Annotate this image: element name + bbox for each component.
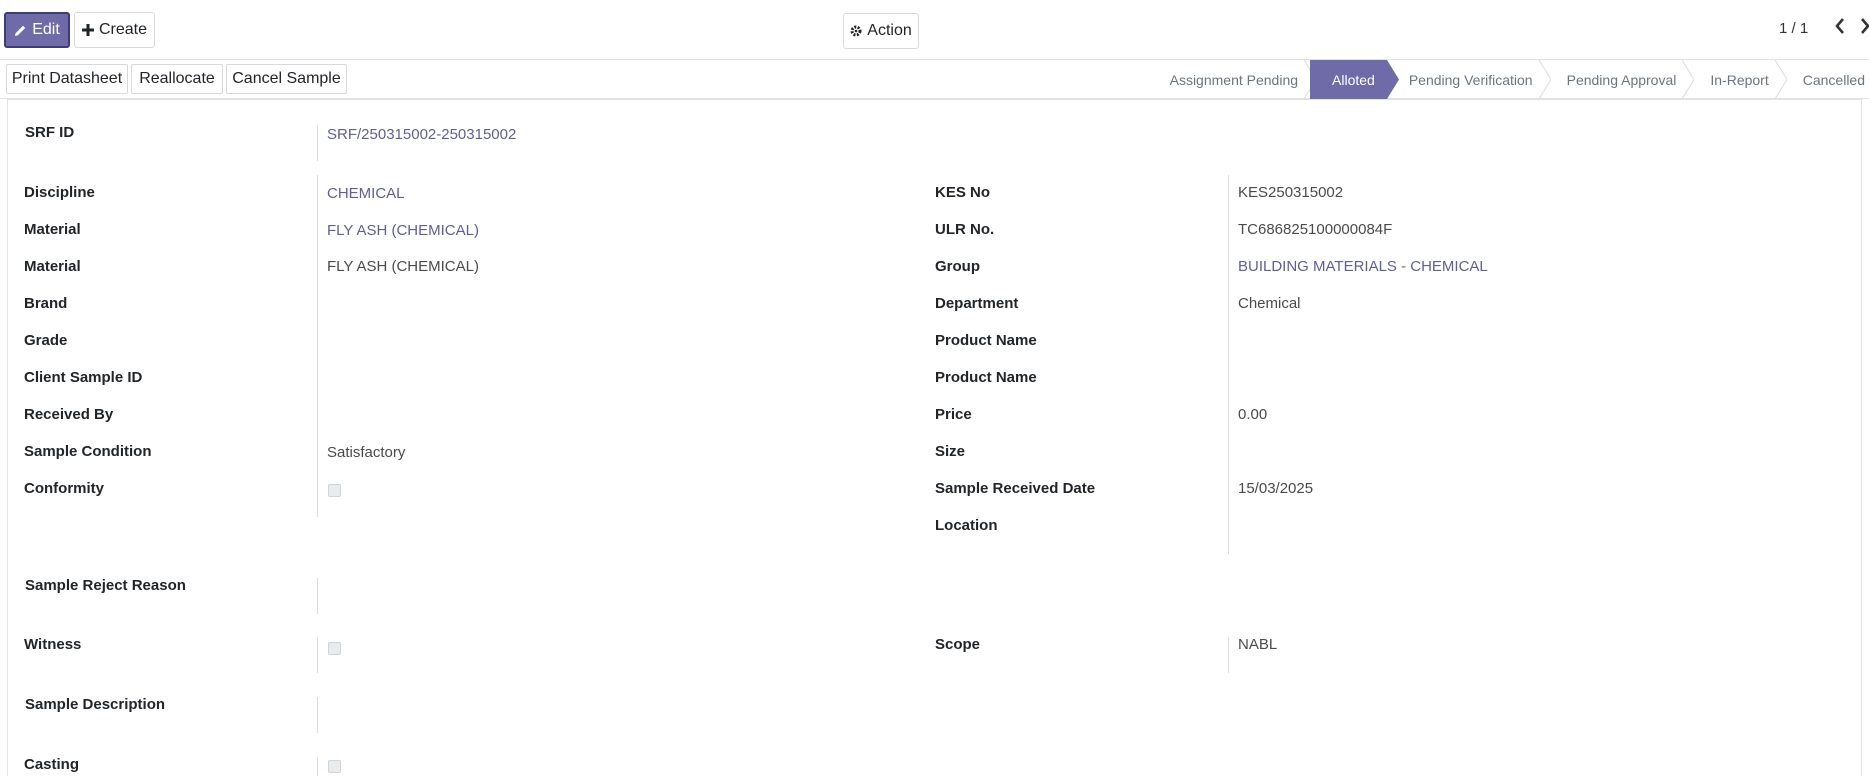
- pager-value[interactable]: 1 / 1: [1779, 20, 1808, 37]
- field-divider: [317, 697, 318, 733]
- scope-label: Scope: [935, 636, 981, 653]
- conformity-label: Conformity: [24, 480, 104, 497]
- stage-in-report[interactable]: In-Report: [1688, 60, 1787, 99]
- gear-icon: [850, 25, 862, 37]
- department-value: Chemical: [1238, 295, 1301, 312]
- sample-description-label: Sample Description: [25, 696, 166, 713]
- field-divider: [1228, 637, 1229, 673]
- pencil-icon: [14, 24, 27, 37]
- sample-received-date-label: Sample Received Date: [935, 480, 1096, 497]
- right-column-divider: [1228, 175, 1229, 554]
- kes-no-label: KES No: [935, 184, 991, 201]
- price-label: Price: [935, 406, 972, 423]
- discipline-value[interactable]: CHEMICAL: [327, 185, 405, 202]
- action-button[interactable]: Action: [843, 13, 919, 49]
- material-label: Material: [24, 221, 81, 238]
- witness-label: Witness: [24, 636, 82, 653]
- discipline-label: Discipline: [24, 184, 95, 201]
- control-panel: Edit Create Action 1 / 1: [0, 0, 1869, 60]
- client-sample-id-label: Client Sample ID: [24, 369, 143, 386]
- stage-pipeline: Assignment Pending Alloted Pending Verif…: [1148, 60, 1869, 99]
- status-bar: Print Datasheet Reallocate Cancel Sample…: [0, 60, 1869, 99]
- stage-assignment-pending[interactable]: Assignment Pending: [1148, 60, 1317, 99]
- stage-alloted[interactable]: Alloted: [1310, 60, 1399, 99]
- print-datasheet-button[interactable]: Print Datasheet: [6, 64, 128, 94]
- chevron-left-icon[interactable]: [1834, 16, 1846, 42]
- sample-reject-reason-label: Sample Reject Reason: [25, 577, 186, 594]
- casting-label: Casting: [24, 756, 80, 773]
- field-divider: [317, 125, 318, 161]
- create-button[interactable]: Create: [74, 12, 155, 48]
- sample-condition-label: Sample Condition: [24, 443, 152, 460]
- sample-condition-value: Satisfactory: [327, 444, 406, 461]
- kes-no-value: KES250315002: [1238, 184, 1344, 201]
- witness-checkbox[interactable]: [328, 642, 341, 655]
- material-value[interactable]: FLY ASH (CHEMICAL): [327, 222, 479, 239]
- material-label: Material: [24, 258, 81, 275]
- stage-pending-approval[interactable]: Pending Approval: [1545, 60, 1695, 99]
- casting-checkbox[interactable]: [328, 760, 341, 773]
- product-name-label: Product Name: [935, 369, 1037, 386]
- left-column-divider: [317, 175, 318, 517]
- price-value: 0.00: [1238, 406, 1268, 423]
- edit-label: Edit: [32, 21, 60, 38]
- group-value[interactable]: BUILDING MATERIALS - CHEMICAL: [1238, 258, 1488, 275]
- grade-label: Grade: [24, 332, 68, 349]
- material-value: FLY ASH (CHEMICAL): [327, 258, 479, 275]
- ulr-no-label: ULR No.: [935, 221, 995, 238]
- stage-cancelled[interactable]: Cancelled: [1781, 60, 1869, 99]
- field-divider: [317, 637, 318, 673]
- group-label: Group: [935, 258, 980, 275]
- sample-received-date-value: 15/03/2025: [1238, 480, 1314, 497]
- cancel-sample-button[interactable]: Cancel Sample: [226, 64, 347, 94]
- product-name-label: Product Name: [935, 332, 1037, 349]
- reallocate-button[interactable]: Reallocate: [131, 64, 223, 94]
- department-label: Department: [935, 295, 1019, 312]
- srf-id-label: SRF ID: [25, 124, 75, 141]
- create-label: Create: [98, 21, 148, 38]
- field-divider: [317, 578, 318, 614]
- ulr-no-value: TC686825100000084F: [1238, 221, 1393, 238]
- stage-pending-verification[interactable]: Pending Verification: [1387, 60, 1551, 99]
- field-divider: [317, 757, 318, 776]
- brand-label: Brand: [24, 295, 68, 312]
- location-label: Location: [935, 517, 998, 534]
- action-label: Action: [867, 22, 912, 39]
- edit-button[interactable]: Edit: [4, 12, 70, 48]
- conformity-checkbox[interactable]: [328, 484, 341, 497]
- scope-value: NABL: [1238, 636, 1278, 653]
- chevron-right-icon[interactable]: [1859, 16, 1869, 42]
- received-by-label: Received By: [24, 406, 114, 423]
- size-label: Size: [935, 443, 966, 460]
- plus-icon: [81, 24, 94, 36]
- form-sheet: SRF ID SRF/250315002-250315002 Disciplin…: [7, 99, 1862, 776]
- srf-id-link[interactable]: SRF/250315002-250315002: [327, 126, 516, 143]
